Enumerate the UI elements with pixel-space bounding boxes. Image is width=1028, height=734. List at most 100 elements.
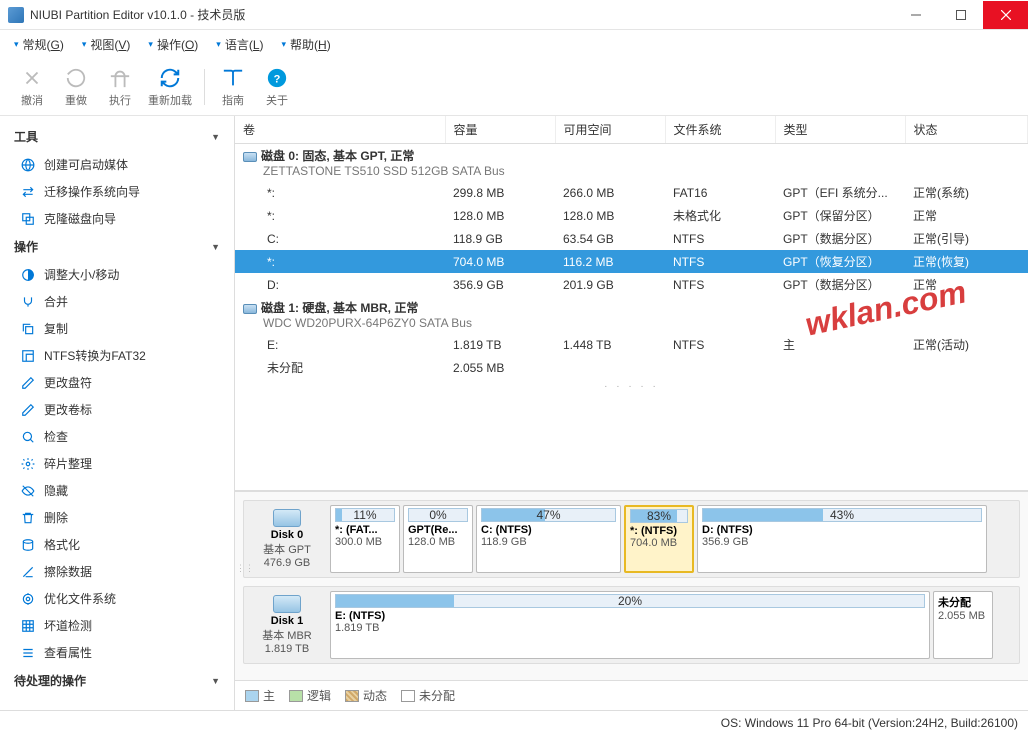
sidebar-item-label: 优化文件系统 <box>44 590 116 607</box>
sidebar-item-label: 隐藏 <box>44 482 68 499</box>
sidebar-item[interactable]: 坏道检测 <box>0 612 234 639</box>
sidebar-item[interactable]: 迁移操作系统向导 <box>0 178 234 205</box>
sidebar-item-label: 调整大小/移动 <box>44 266 119 283</box>
toolbar-separator <box>204 69 205 105</box>
sidebar-item-label: 擦除数据 <box>44 563 92 580</box>
sidebar-item-label: 克隆磁盘向导 <box>44 210 116 227</box>
sidebar-item-label: 合并 <box>44 293 68 310</box>
delete-icon <box>20 510 36 526</box>
menu-item[interactable]: ▾语言(L) <box>208 32 271 57</box>
sidebar-item[interactable]: 克隆磁盘向导 <box>0 205 234 232</box>
partition-row[interactable]: E:1.819 TB1.448 TBNTFS主正常(活动) <box>235 333 1028 356</box>
app-icon <box>8 7 24 23</box>
sidebar-item[interactable]: NTFS转换为FAT32 <box>0 342 234 369</box>
props-icon <box>20 645 36 661</box>
disk-icon <box>273 509 301 527</box>
merge-icon <box>20 294 36 310</box>
menu-item[interactable]: ▾操作(O) <box>140 32 206 57</box>
sidebar-item-label: 创建可启动媒体 <box>44 156 128 173</box>
disk-map: Disk 1基本 MBR1.819 TB20%E: (NTFS)1.819 TB… <box>243 586 1020 664</box>
redo-button[interactable]: 重做 <box>54 66 98 108</box>
sidebar-item-label: 更改卷标 <box>44 401 92 418</box>
grip-icon[interactable]: ⋮⋮ <box>235 567 257 570</box>
status-bar: OS: Windows 11 Pro 64-bit (Version:24H2,… <box>0 710 1028 734</box>
disk-icon <box>243 304 257 314</box>
sidebar-item[interactable]: 擦除数据 <box>0 558 234 585</box>
partition-block[interactable]: 43%D: (NTFS)356.9 GB <box>697 505 987 573</box>
disk-group-row[interactable]: 磁盘 0: 固态, 基本 GPT, 正常ZETTASTONE TS510 SSD… <box>235 144 1028 182</box>
disk-label[interactable]: Disk 0基本 GPT476.9 GB <box>248 505 326 573</box>
sidebar-item-label: 格式化 <box>44 536 80 553</box>
transfer-icon <box>20 184 36 200</box>
partition-block[interactable]: 未分配2.055 MB <box>933 591 993 659</box>
apply-icon <box>108 66 132 90</box>
disk-icon <box>273 595 301 613</box>
sidebar-item-label: 更改盘符 <box>44 374 92 391</box>
column-header[interactable]: 类型 <box>775 116 905 144</box>
about-button[interactable]: ?关于 <box>255 66 299 108</box>
sidebar-item[interactable]: 合并 <box>0 288 234 315</box>
column-header[interactable]: 卷 <box>235 116 445 144</box>
column-header[interactable]: 状态 <box>905 116 1028 144</box>
copy-icon <box>20 321 36 337</box>
column-header[interactable]: 可用空间 <box>555 116 665 144</box>
menu-item[interactable]: ▾视图(V) <box>74 32 139 57</box>
sidebar-group-header[interactable]: 工具▼ <box>0 122 234 151</box>
sidebar-item[interactable]: 更改卷标 <box>0 396 234 423</box>
column-header[interactable]: 文件系统 <box>665 116 775 144</box>
close-button[interactable] <box>983 1 1028 29</box>
menu-item[interactable]: ▾帮助(H) <box>274 32 339 57</box>
convert-icon <box>20 348 36 364</box>
clone-icon <box>20 211 36 227</box>
sidebar-item[interactable]: 复制 <box>0 315 234 342</box>
sidebar-item[interactable]: 隐藏 <box>0 477 234 504</box>
os-info: OS: Windows 11 Pro 64-bit (Version:24H2,… <box>721 716 1018 730</box>
legend-primary: 主 <box>245 687 275 704</box>
disk-map-area: ⋮⋮ Disk 0基本 GPT476.9 GB11%*: (FAT...300.… <box>235 491 1028 680</box>
partition-row[interactable]: *:704.0 MB116.2 MBNTFSGPT（恢复分区）正常(恢复) <box>235 250 1028 273</box>
sidebar: 工具▼ 创建可启动媒体迁移操作系统向导克隆磁盘向导操作▼ 调整大小/移动合并复制 NT… <box>0 116 235 710</box>
menubar: ▾常规(G)▾视图(V)▾操作(O)▾语言(L)▾帮助(H) <box>0 30 1028 58</box>
guide-button[interactable]: 指南 <box>211 66 255 108</box>
partition-block[interactable]: 83%*: (NTFS)704.0 MB <box>624 505 694 573</box>
partition-row[interactable]: 未分配2.055 MB <box>235 356 1028 379</box>
sidebar-item-label: 坏道检测 <box>44 617 92 634</box>
partition-block[interactable]: 47%C: (NTFS)118.9 GB <box>476 505 621 573</box>
partition-block[interactable]: 0%GPT(Re...128.0 MB <box>403 505 473 573</box>
sidebar-item-label: NTFS转换为FAT32 <box>44 347 146 364</box>
disk-group-row[interactable]: 磁盘 1: 硬盘, 基本 MBR, 正常WDC WD20PURX-64P6ZY0… <box>235 296 1028 333</box>
partition-block[interactable]: 11%*: (FAT...300.0 MB <box>330 505 400 573</box>
sidebar-item-label: 检查 <box>44 428 68 445</box>
sidebar-item[interactable]: 更改盘符 <box>0 369 234 396</box>
partition-row[interactable]: *:128.0 MB128.0 MB未格式化GPT（保留分区）正常 <box>235 204 1028 227</box>
partition-table[interactable]: 卷容量可用空间文件系统类型状态 磁盘 0: 固态, 基本 GPT, 正常ZETT… <box>235 116 1028 491</box>
sidebar-item[interactable]: 调整大小/移动 <box>0 261 234 288</box>
partition-block[interactable]: 20%E: (NTFS)1.819 TB <box>330 591 930 659</box>
sidebar-group-header[interactable]: 操作▼ <box>0 232 234 261</box>
sidebar-item[interactable]: 优化文件系统 <box>0 585 234 612</box>
reload-button[interactable]: 重新加载 <box>142 66 198 108</box>
disk-label[interactable]: Disk 1基本 MBR1.819 TB <box>248 591 326 659</box>
sidebar-item[interactable]: 碎片整理 <box>0 450 234 477</box>
check-icon <box>20 429 36 445</box>
partition-row[interactable]: C:118.9 GB63.54 GBNTFSGPT（数据分区）正常(引导) <box>235 227 1028 250</box>
sidebar-item[interactable]: 创建可启动媒体 <box>0 151 234 178</box>
sidebar-item[interactable]: 检查 <box>0 423 234 450</box>
partition-row[interactable]: *:299.8 MB266.0 MBFAT16GPT（EFI 系统分...正常(… <box>235 181 1028 204</box>
minimize-button[interactable] <box>893 1 938 29</box>
partition-row[interactable]: D:356.9 GB201.9 GBNTFSGPT（数据分区）正常 <box>235 273 1028 296</box>
menu-item[interactable]: ▾常规(G) <box>6 32 72 57</box>
maximize-button[interactable] <box>938 1 983 29</box>
sidebar-group-header[interactable]: 待处理的操作▼ <box>0 666 234 695</box>
sidebar-item[interactable]: 格式化 <box>0 531 234 558</box>
sidebar-item-label: 删除 <box>44 509 68 526</box>
undo-button[interactable]: 撤消 <box>10 66 54 108</box>
column-header[interactable]: 容量 <box>445 116 555 144</box>
apply-button[interactable]: 执行 <box>98 66 142 108</box>
titlebar: NIUBI Partition Editor v10.1.0 - 技术员版 <box>0 0 1028 30</box>
sidebar-item-label: 碎片整理 <box>44 455 92 472</box>
disk-icon <box>243 152 257 162</box>
sidebar-item[interactable]: 删除 <box>0 504 234 531</box>
sidebar-item[interactable]: 查看属性 <box>0 639 234 666</box>
question-icon: ? <box>265 66 289 90</box>
